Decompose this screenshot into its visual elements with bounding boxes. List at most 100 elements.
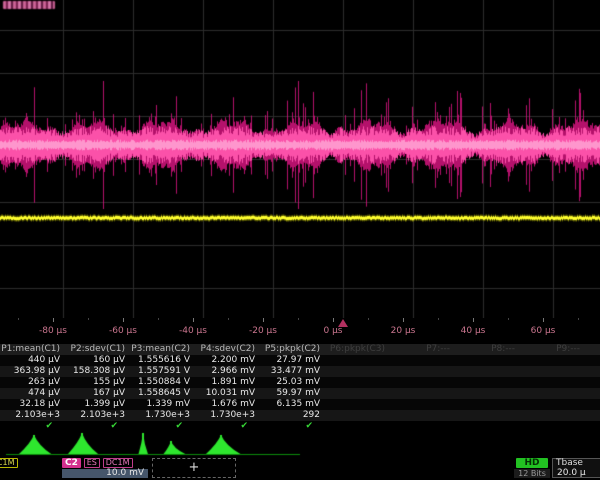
measure-min-cell — [520, 377, 585, 388]
measure-num-cell — [390, 410, 455, 421]
measure-min-cell — [585, 377, 600, 388]
measure-max-cell — [520, 388, 585, 399]
measure-max-cell: 167 µV — [65, 388, 130, 399]
hd-bits-label: 12 Bits — [514, 469, 550, 478]
measure-value-cell — [520, 355, 585, 366]
axis-tick — [193, 318, 194, 322]
measure-value-cell — [585, 355, 600, 366]
measure-num-cell — [325, 410, 390, 421]
channel-c2-descriptor[interactable]: C2 ES DC1M 10.0 mV — [62, 458, 148, 478]
measure-header[interactable]: P2:sdev(C1) — [65, 344, 130, 355]
measure-sdev-cell: 6.135 mV — [260, 399, 325, 410]
channel-c1-descriptor[interactable]: C1 DC1M 0 mV — [0, 458, 58, 478]
measure-num-cell: 1.730e+3 — [195, 410, 260, 421]
measure-max-cell — [455, 388, 520, 399]
descriptor-bar: C1 DC1M 0 mV C2 ES DC1M 10.0 mV + HD 12 … — [0, 457, 600, 480]
measure-mean-cell: 158.308 µV — [65, 366, 130, 377]
axis-minor-tick — [298, 318, 299, 320]
measure-value-cell: 2.200 mV — [195, 355, 260, 366]
measure-header[interactable]: P9:--- — [520, 344, 585, 355]
axis-minor-tick — [508, 318, 509, 320]
measure-max-cell: 59.97 mV — [260, 388, 325, 399]
measure-header[interactable]: P7:--- — [390, 344, 455, 355]
measure-mean-cell — [585, 366, 600, 377]
measure-max-cell — [325, 388, 390, 399]
measure-min-cell: 155 µV — [65, 377, 130, 388]
c2-scale-value: 10.0 mV — [62, 469, 148, 478]
measure-header[interactable]: P8:--- — [455, 344, 520, 355]
time-axis-label: -40 µs — [158, 326, 228, 336]
time-axis-label: 40 µs — [438, 326, 508, 336]
measure-sdev-cell — [585, 399, 600, 410]
measure-max-cell — [585, 388, 600, 399]
measure-sdev-cell: 1.339 mV — [130, 399, 195, 410]
time-axis-label: -80 µs — [18, 326, 88, 336]
measure-value-cell — [455, 355, 520, 366]
measure-header[interactable]: P1:mean(C1) — [0, 344, 65, 355]
measure-mean-cell — [390, 366, 455, 377]
measure-sdev-cell — [325, 399, 390, 410]
time-axis-label: -60 µs — [88, 326, 158, 336]
time-axis-label: -100 µs — [0, 326, 18, 336]
c1-scale-value: 0 mV — [0, 469, 58, 478]
measure-sdev-cell: 32.18 µV — [0, 399, 65, 410]
measure-num-cell: 1.730e+3 — [130, 410, 195, 421]
measure-mean-cell — [455, 366, 520, 377]
measure-mean-cell: 2.966 mV — [195, 366, 260, 377]
axis-tick — [123, 318, 124, 322]
measure-header[interactable]: P3:mean(C2) — [130, 344, 195, 355]
measure-value-cell — [325, 355, 390, 366]
waveform-canvas[interactable] — [0, 0, 600, 318]
measure-value-cell: 1.555616 V — [130, 355, 195, 366]
measure-mean-cell: 33.477 mV — [260, 366, 325, 377]
measure-num-cell: 2.103e+3 — [65, 410, 130, 421]
measure-header[interactable]: P6:pkpk(C3) — [325, 344, 390, 355]
waveform-grid[interactable] — [0, 0, 600, 318]
axis-minor-tick — [18, 318, 19, 320]
axis-tick — [543, 318, 544, 322]
measure-header[interactable]: P5:pkpk(C2) — [260, 344, 325, 355]
measure-mean-cell: 1.557591 V — [130, 366, 195, 377]
axis-tick — [473, 318, 474, 322]
plus-icon: + — [189, 460, 200, 475]
measure-num-cell — [455, 410, 520, 421]
measure-mean-cell — [325, 366, 390, 377]
measure-min-cell — [455, 377, 520, 388]
time-axis-label: 60 µs — [508, 326, 578, 336]
axis-minor-tick — [578, 318, 579, 320]
measure-mean-cell — [520, 366, 585, 377]
time-axis-label: -20 µs — [228, 326, 298, 336]
measure-num-cell: 292 — [260, 410, 325, 421]
time-axis-label: 0 µs — [298, 326, 368, 336]
measure-sdev-cell — [455, 399, 520, 410]
measure-sdev-cell: 1.676 mV — [195, 399, 260, 410]
axis-minor-tick — [228, 318, 229, 320]
measure-mean-cell: 363.98 µV — [0, 366, 65, 377]
c2-eres-badge: ES — [84, 458, 100, 468]
timebase-value: 20.0 µ — [553, 469, 600, 478]
axis-minor-tick — [368, 318, 369, 320]
histicon-strip — [0, 430, 600, 457]
measure-max-cell: 10.031 mV — [195, 388, 260, 399]
c2-coupling-badge: DC1M — [103, 458, 133, 468]
measure-header[interactable]: P10:--- — [585, 344, 600, 355]
measure-header[interactable]: P4:sdev(C2) — [195, 344, 260, 355]
measure-num-cell — [585, 410, 600, 421]
measure-num-cell: 2.103e+3 — [0, 410, 65, 421]
time-axis: -100 µs-80 µs-60 µs-40 µs-20 µs0 µs20 µs… — [0, 318, 600, 344]
measure-min-cell: 1.550884 V — [130, 377, 195, 388]
measure-max-cell — [390, 388, 455, 399]
axis-tick — [403, 318, 404, 322]
add-trace-button[interactable]: + — [152, 458, 236, 478]
axis-tick — [263, 318, 264, 322]
measure-min-cell — [390, 377, 455, 388]
measure-max-cell: 1.558645 V — [130, 388, 195, 399]
axis-tick — [333, 318, 334, 322]
c2-chip: C2 — [62, 458, 81, 468]
unreadable-pink-label — [3, 1, 55, 9]
timebase-descriptor[interactable]: Tbase 20.0 µ — [552, 458, 600, 478]
axis-minor-tick — [438, 318, 439, 320]
measure-value-cell: 27.97 mV — [260, 355, 325, 366]
measure-num-cell — [520, 410, 585, 421]
hd-mode-badge[interactable]: HD — [516, 458, 548, 468]
